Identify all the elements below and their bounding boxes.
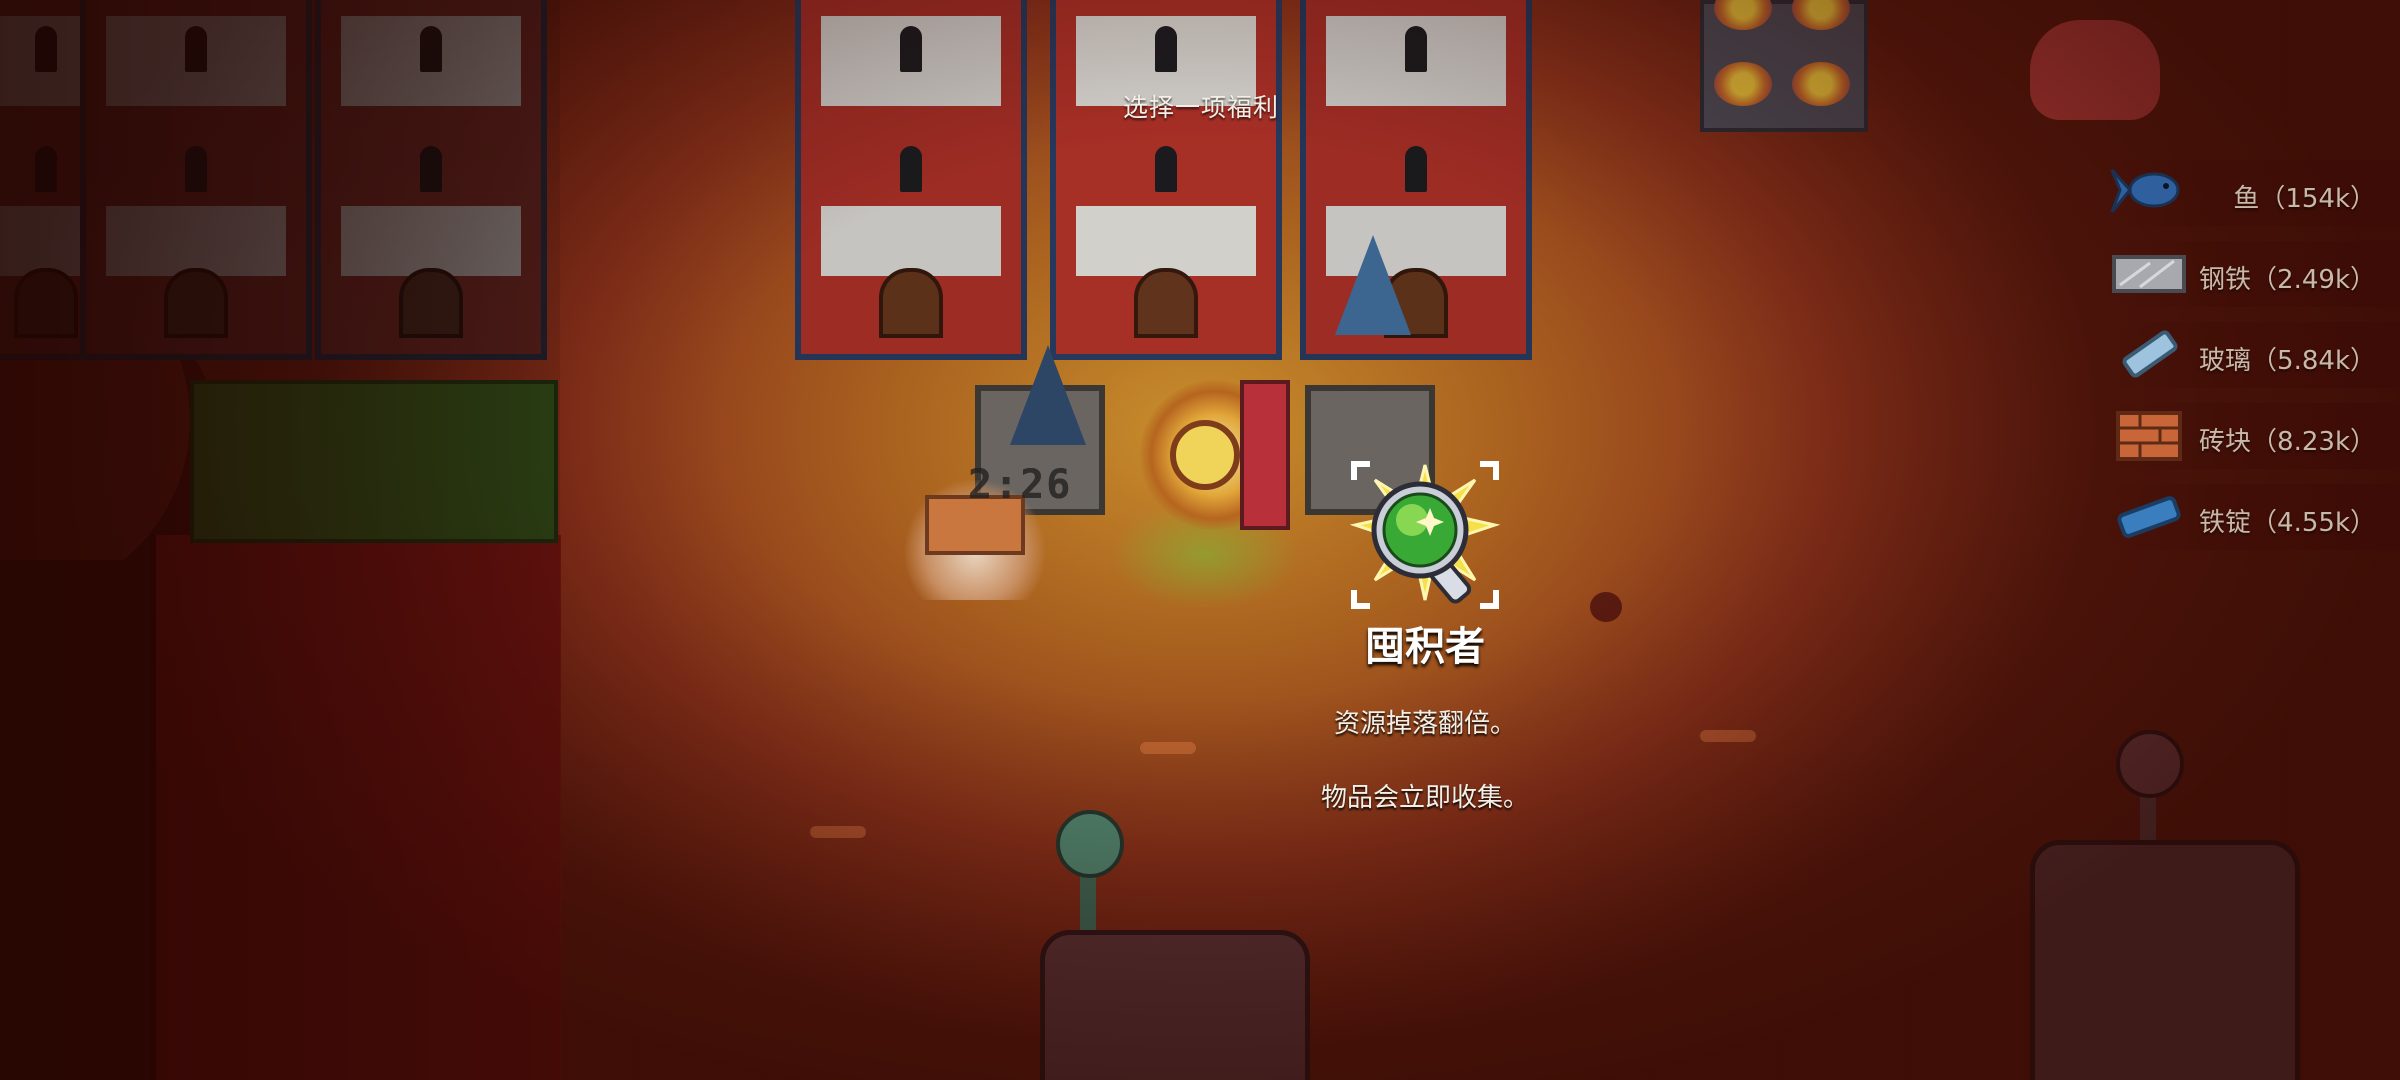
glass-icon — [2122, 330, 2178, 378]
rock — [1040, 930, 1310, 1080]
pig-creature — [2030, 20, 2160, 120]
perk-description-line: 物品会立即收集。 — [1320, 783, 1529, 813]
resource-label: 玻璃（5.84k） — [2199, 346, 2376, 376]
countdown-timer: 2:26 — [968, 462, 1073, 508]
bone — [1140, 742, 1196, 754]
resource-row-steel: 钢铁（2.49k） — [2100, 241, 2400, 307]
factory-building — [1050, 0, 1282, 360]
perk-card[interactable] — [1349, 460, 1501, 610]
perk-name: 囤积者 — [1365, 624, 1485, 670]
lamp-orb — [1056, 810, 1124, 878]
magnifier-green-orb-icon — [1349, 461, 1501, 609]
resource-label: 铁锭（4.55k） — [2199, 508, 2376, 538]
red-banner — [1240, 380, 1290, 530]
bone — [1700, 730, 1756, 742]
beetle — [606, 946, 638, 976]
resource-row-fish: 鱼（154k） — [2100, 160, 2400, 226]
fish-icon — [2110, 168, 2180, 213]
resource-label: 钢铁（2.49k） — [2199, 265, 2376, 295]
factory-building — [795, 0, 1027, 360]
shadow-overlay — [0, 0, 560, 1080]
crystal-gem — [1010, 345, 1086, 445]
resource-row-iron-ingot: 铁锭（4.55k） — [2100, 484, 2400, 550]
lamp-orb — [2116, 730, 2184, 798]
page-title: 选择一项福利 — [1122, 93, 1279, 122]
resource-row-glass: 玻璃（5.84k） — [2100, 322, 2400, 388]
resource-panel: 鱼（154k） 钢铁（2.49k） 玻璃（5.84k） 砖块（8.23k） 铁锭… — [2100, 160, 2400, 565]
sunflower-plate — [1700, 0, 1868, 132]
crystal-gem — [1335, 235, 1411, 335]
bone — [810, 826, 866, 838]
clock-dial — [1170, 420, 1240, 490]
resource-row-brick: 砖块（8.23k） — [2100, 403, 2400, 469]
perk-description-line: 资源掉落翻倍。 — [1333, 709, 1516, 739]
resource-label: 砖块（8.23k） — [2199, 427, 2376, 457]
rock — [2030, 840, 2300, 1080]
beetle — [1590, 592, 1622, 622]
game-scene: 2:26 — [0, 0, 2400, 1080]
brick-icon — [2116, 411, 2182, 461]
iron-ingot-icon — [2117, 496, 2181, 538]
resource-label: 鱼（154k） — [2233, 184, 2376, 214]
steel-icon — [2112, 255, 2186, 293]
